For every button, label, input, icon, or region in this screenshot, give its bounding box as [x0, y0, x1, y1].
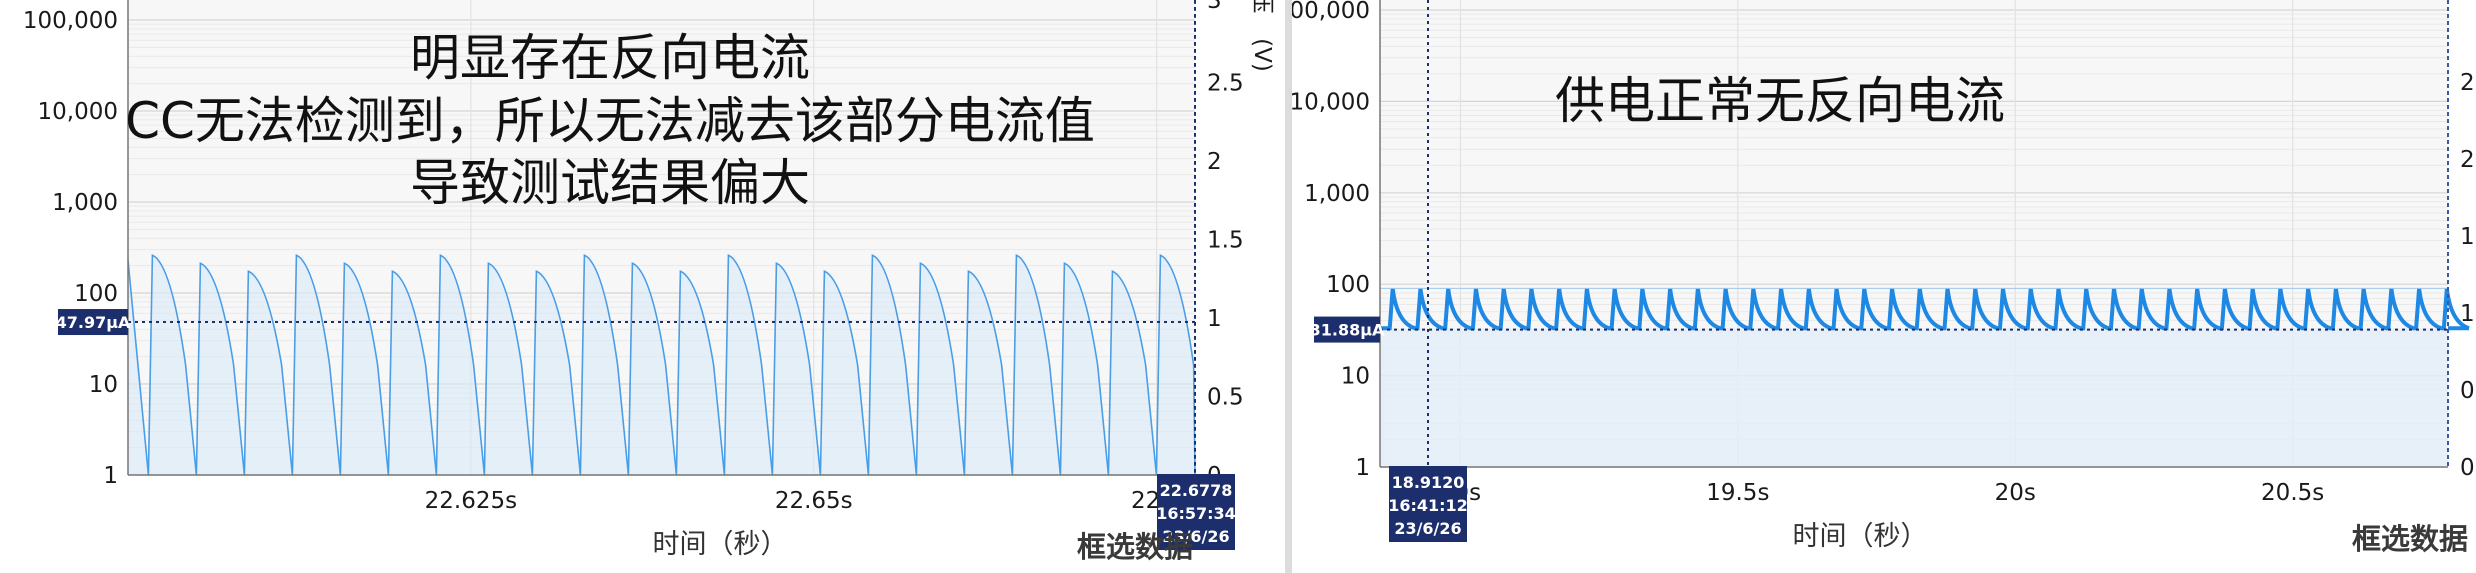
y-tick-label: 10: [89, 372, 118, 398]
y2-tick-label: 2: [1207, 149, 1222, 175]
y2-tick-label: 2: [2460, 147, 2475, 173]
y-tick-label: 1,000: [1304, 181, 1370, 207]
y-tick-label: 1: [1355, 455, 1370, 481]
cursor-readout-line: 22.6778: [1160, 481, 1233, 500]
y2-tick-label: 2.: [2460, 70, 2476, 96]
y2-tick-label: 1.5: [1207, 228, 1244, 254]
x-axis-label: 时间（秒）: [653, 529, 788, 560]
x-tick-label: 19.5s: [1706, 480, 1769, 506]
cursor-readout-line: 23/6/26: [1394, 519, 1461, 538]
y2-tick-label: 1: [1207, 306, 1222, 332]
annotation-text: 导致测试结果偏大: [410, 154, 810, 212]
y2-tick-label: 1.: [2460, 224, 2476, 250]
annotation-text: 明显存在反向电流: [410, 29, 810, 87]
y2-tick-label: 0.5: [1207, 385, 1244, 411]
x-tick-label: 20s: [1995, 480, 2036, 506]
y-tick-label: 1: [103, 463, 118, 489]
y2-tick-label: 2.5: [1207, 71, 1244, 97]
cursor-readout-line: 18.9120: [1392, 473, 1465, 492]
left-chart-panel: 1 10 100 1,000 10,000 100,000 22.625s 22.65s 22.…: [0, 0, 1285, 573]
y2-tick-label: 0: [2460, 455, 2475, 481]
x-tick-label: 22.625s: [425, 488, 517, 514]
series-area: [1380, 328, 2448, 467]
y-tick-label: 100: [74, 281, 118, 307]
x-axis-label: 时间（秒）: [1793, 521, 1928, 552]
annotation-text: CC无法检测到，所以无法减去该部分电流值: [125, 92, 1095, 150]
y-tick-label: 100,000: [1292, 0, 1370, 24]
right-chart-panel: 1101001,00010,000100,00019s19.5s20s20.5s…: [1292, 0, 2476, 573]
y2-tick-label: 1: [2460, 301, 2475, 327]
y2-tick-label: 3: [1207, 0, 1222, 14]
value-marker-label: 31.88µA: [1310, 321, 1385, 340]
y2-tick-label: 0.: [2460, 378, 2476, 404]
select-data-button[interactable]: 框选数据: [2352, 522, 2468, 556]
y2-axis-title: (V): [1249, 38, 1275, 72]
value-marker-label: 47.97µA: [56, 313, 131, 332]
annotation-text: 供电正常无反向电流: [1555, 72, 2005, 130]
y-tick-label: 10,000: [38, 99, 118, 125]
cursor-readout-line: 16:57:34: [1156, 504, 1236, 523]
select-data-button[interactable]: 框选数据: [1077, 530, 1193, 564]
y-tick-label: 100,000: [23, 8, 118, 34]
y-tick-label: 10,000: [1292, 89, 1370, 115]
y-tick-label: 100: [1326, 272, 1370, 298]
panel-divider[interactable]: [1285, 0, 1292, 573]
x-tick-label: 20.5s: [2261, 480, 2324, 506]
y2-axis-title-char: 压: [1249, 0, 1275, 14]
left-chart-svg: 1101001,00010,000100,00022.625s 22.65s 22.…: [23, 0, 1275, 564]
y2-axis-label-char: 压: [1249, 0, 1275, 14]
cursor-readout-line: 16:41:12: [1388, 496, 1468, 515]
right-chart-svg: 1101001,00010,000100,00019s19.5s20s20.5s…: [1292, 0, 2476, 556]
x-tick-label: 22.65s: [775, 488, 853, 514]
y2-axis-label: (V): [1249, 38, 1275, 72]
y-tick-label: 1,000: [52, 190, 118, 216]
y-tick-label: 10: [1341, 364, 1370, 390]
